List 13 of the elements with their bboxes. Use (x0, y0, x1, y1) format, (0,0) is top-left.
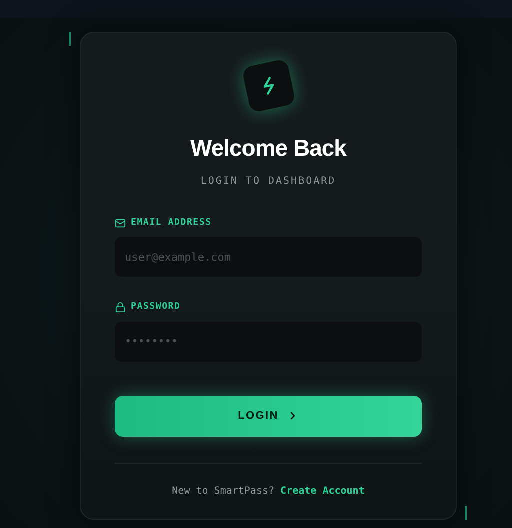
subtitle: LOGIN TO DASHBOARD (200, 174, 336, 188)
login-button[interactable]: LOGIN (115, 396, 422, 436)
mail-icon (115, 218, 126, 229)
password-field[interactable]: •••••••• (115, 322, 422, 362)
lock-icon (115, 302, 126, 314)
email-field[interactable]: user@example.com (115, 237, 422, 277)
field-label: PASSWORD (131, 301, 181, 314)
field-label: EMAIL ADDRESS (131, 216, 212, 230)
signup-prompt: New to SmartPass? Create Account (172, 484, 365, 498)
create-account-link[interactable]: Create Account (280, 486, 365, 496)
accent-mark (465, 506, 467, 520)
accent-mark (69, 32, 71, 46)
welcome-title: Welcome Back (190, 134, 346, 163)
